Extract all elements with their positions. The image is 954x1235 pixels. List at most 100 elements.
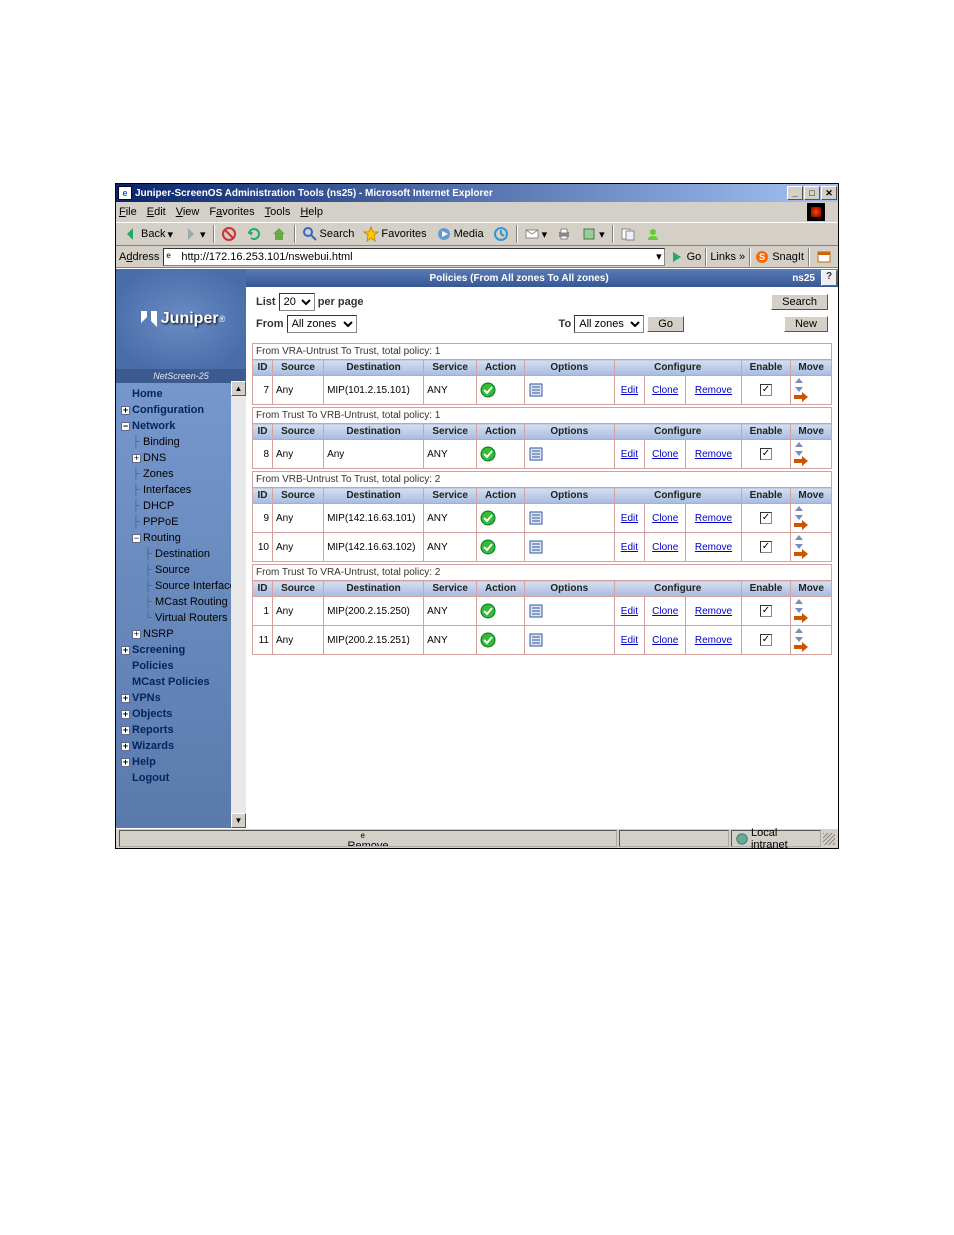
remove-link[interactable]: Remove: [695, 449, 732, 460]
search-button[interactable]: Search: [771, 294, 828, 310]
minus-icon[interactable]: −: [132, 534, 141, 543]
nav-pppoe[interactable]: ├PPPoE: [119, 514, 246, 530]
plus-icon[interactable]: +: [132, 630, 141, 639]
address-input[interactable]: e http://172.16.253.101/nswebui.html ▾: [163, 248, 664, 266]
move-updown-icon[interactable]: [794, 535, 828, 549]
plus-icon[interactable]: +: [121, 406, 130, 415]
history-button[interactable]: [490, 225, 512, 243]
nav-configuration[interactable]: +Configuration: [119, 402, 246, 418]
move-arrow-icon[interactable]: [794, 392, 828, 402]
edit-link[interactable]: Edit: [621, 513, 638, 524]
nav-nsrp[interactable]: +NSRP: [119, 626, 246, 642]
scroll-down-icon[interactable]: ▼: [231, 813, 246, 828]
from-zone-select[interactable]: All zones: [287, 315, 357, 333]
remove-link[interactable]: Remove: [695, 635, 732, 646]
remove-link[interactable]: Remove: [695, 606, 732, 617]
menu-favorites[interactable]: Favorites: [209, 206, 254, 218]
media-button[interactable]: Media: [433, 225, 487, 243]
nav-home[interactable]: Home: [119, 386, 246, 402]
search-button[interactable]: Search: [299, 225, 358, 243]
clone-link[interactable]: Clone: [652, 449, 678, 460]
nav-reports[interactable]: +Reports: [119, 722, 246, 738]
move-updown-icon[interactable]: [794, 442, 828, 456]
edit-link[interactable]: Edit: [621, 542, 638, 553]
edit-link[interactable]: Edit: [621, 385, 638, 396]
nav-screening[interactable]: +Screening: [119, 642, 246, 658]
clone-link[interactable]: Clone: [652, 542, 678, 553]
stop-button[interactable]: [218, 225, 240, 243]
mail-button[interactable]: ▾: [521, 225, 551, 243]
log-icon[interactable]: [528, 632, 611, 648]
remove-link[interactable]: Remove: [695, 542, 732, 553]
help-button[interactable]: ?: [821, 270, 837, 286]
log-icon[interactable]: [528, 382, 611, 398]
edit-button[interactable]: ▾: [578, 225, 608, 243]
move-arrow-icon[interactable]: [794, 520, 828, 530]
enable-checkbox[interactable]: ✓: [760, 448, 772, 460]
plus-icon[interactable]: +: [121, 758, 130, 767]
move-arrow-icon[interactable]: [794, 456, 828, 466]
nav-logout[interactable]: Logout: [119, 770, 246, 786]
plus-icon[interactable]: +: [132, 454, 141, 463]
print-button[interactable]: [553, 225, 575, 243]
menu-tools[interactable]: Tools: [265, 206, 291, 218]
plus-icon[interactable]: +: [121, 694, 130, 703]
back-button[interactable]: Back ▾: [120, 225, 176, 243]
sidebar-scrollbar[interactable]: ▲ ▼: [231, 381, 246, 828]
chevron-down-icon[interactable]: ▾: [656, 250, 662, 263]
edit-link[interactable]: Edit: [621, 635, 638, 646]
nav-binding[interactable]: ├Binding: [119, 434, 246, 450]
nav-dns[interactable]: +DNS: [119, 450, 246, 466]
move-updown-icon[interactable]: [794, 506, 828, 520]
go-zone-button[interactable]: Go: [647, 316, 684, 332]
nav-mcast-routing[interactable]: ├MCast Routing: [119, 594, 246, 610]
maximize-button[interactable]: □: [804, 186, 820, 200]
to-zone-select[interactable]: All zones: [574, 315, 644, 333]
menu-view[interactable]: View: [176, 206, 200, 218]
edit-link[interactable]: Edit: [621, 449, 638, 460]
menu-edit[interactable]: Edit: [147, 206, 166, 218]
snagit-button[interactable]: S SnagIt: [754, 249, 804, 265]
enable-checkbox[interactable]: ✓: [760, 384, 772, 396]
plus-icon[interactable]: +: [121, 726, 130, 735]
links-label[interactable]: Links »: [710, 251, 745, 263]
log-icon[interactable]: [528, 446, 611, 462]
discuss-button[interactable]: [617, 225, 639, 243]
enable-checkbox[interactable]: ✓: [760, 634, 772, 646]
nav-policies[interactable]: Policies: [119, 658, 246, 674]
enable-checkbox[interactable]: ✓: [760, 541, 772, 553]
log-icon[interactable]: [528, 510, 611, 526]
nav-source[interactable]: ├Source: [119, 562, 246, 578]
clone-link[interactable]: Clone: [652, 606, 678, 617]
plus-icon[interactable]: +: [121, 742, 130, 751]
nav-zones[interactable]: ├Zones: [119, 466, 246, 482]
minimize-button[interactable]: _: [787, 186, 803, 200]
move-updown-icon[interactable]: [794, 378, 828, 392]
per-page-select[interactable]: 20: [279, 293, 315, 311]
enable-checkbox[interactable]: ✓: [760, 605, 772, 617]
nav-source-interface[interactable]: ├Source Interface: [119, 578, 246, 594]
close-button[interactable]: ✕: [821, 186, 837, 200]
messenger-button[interactable]: [642, 225, 664, 243]
nav-mcast-policies[interactable]: MCast Policies: [119, 674, 246, 690]
nav-routing[interactable]: −Routing: [119, 530, 246, 546]
remove-link[interactable]: Remove: [695, 385, 732, 396]
clone-link[interactable]: Clone: [652, 385, 678, 396]
clone-link[interactable]: Clone: [652, 635, 678, 646]
nav-virtual-routers[interactable]: └Virtual Routers: [119, 610, 246, 626]
move-arrow-icon[interactable]: [794, 549, 828, 559]
enable-checkbox[interactable]: ✓: [760, 512, 772, 524]
log-icon[interactable]: [528, 603, 611, 619]
menu-help[interactable]: Help: [300, 206, 323, 218]
snagit-window-button[interactable]: [813, 248, 835, 266]
refresh-button[interactable]: [243, 225, 265, 243]
move-arrow-icon[interactable]: [794, 613, 828, 623]
edit-link[interactable]: Edit: [621, 606, 638, 617]
plus-icon[interactable]: +: [121, 646, 130, 655]
nav-wizards[interactable]: +Wizards: [119, 738, 246, 754]
resize-grip[interactable]: [823, 833, 835, 845]
plus-icon[interactable]: +: [121, 710, 130, 719]
new-button[interactable]: New: [784, 316, 828, 332]
move-updown-icon[interactable]: [794, 599, 828, 613]
favorites-button[interactable]: Favorites: [360, 225, 429, 243]
